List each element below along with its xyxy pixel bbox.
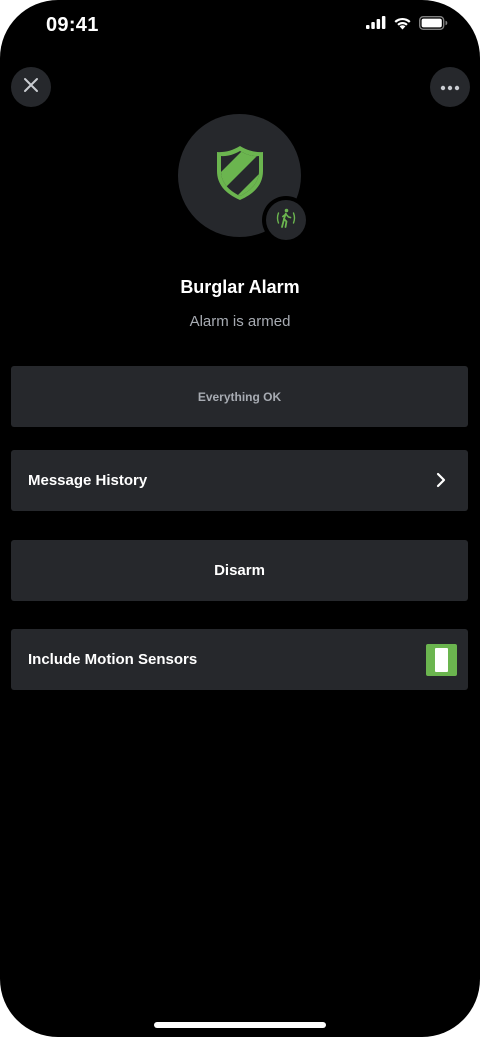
- phone-screen: 09:41 Burglar Alarm Alarm is armed Every…: [0, 0, 480, 1037]
- home-indicator[interactable]: [154, 1022, 326, 1028]
- status-row: Everything OK: [11, 366, 468, 427]
- motion-sensors-label: Include Motion Sensors: [28, 651, 198, 668]
- cellular-signal-icon: [366, 16, 386, 34]
- message-history-label: Message History: [28, 472, 148, 489]
- status-time: 09:41: [46, 14, 99, 36]
- more-options-button[interactable]: [430, 67, 470, 107]
- chevron-right-icon: [436, 472, 446, 493]
- motion-sensor-badge: [262, 196, 310, 244]
- message-history-row[interactable]: Message History: [11, 450, 468, 511]
- status-bar: 09:41: [0, 0, 480, 54]
- motion-sensors-toggle[interactable]: [426, 644, 457, 676]
- more-icon: [440, 78, 460, 96]
- toggle-knob: [435, 648, 448, 672]
- motion-sensor-icon: [274, 206, 298, 235]
- motion-sensors-row: Include Motion Sensors: [11, 629, 468, 690]
- battery-icon: [418, 15, 448, 35]
- device-title: Burglar Alarm: [180, 277, 300, 297]
- shield-icon: [215, 144, 265, 207]
- device-state: Alarm is armed: [189, 313, 291, 330]
- disarm-button[interactable]: Disarm: [11, 540, 468, 601]
- close-icon: [23, 77, 39, 98]
- close-button[interactable]: [11, 67, 51, 107]
- status-text: Everything OK: [197, 389, 282, 404]
- wifi-icon: [393, 16, 412, 35]
- disarm-label: Disarm: [214, 562, 265, 579]
- status-icons: [366, 15, 448, 35]
